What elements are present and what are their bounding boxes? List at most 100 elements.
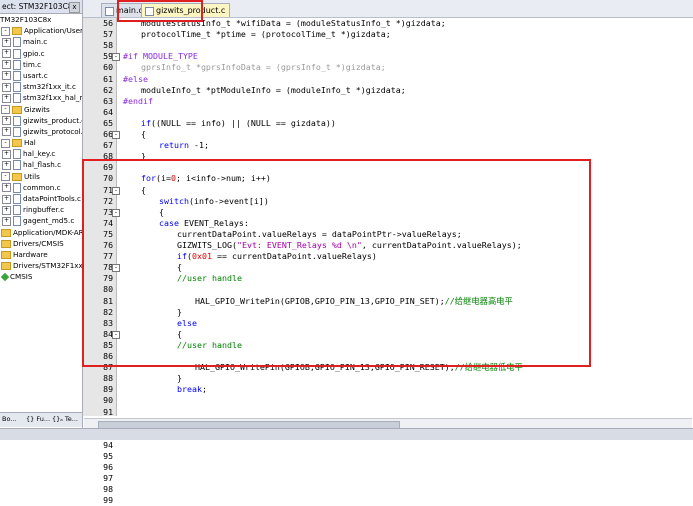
fold-toggle-icon[interactable]: - xyxy=(112,208,120,217)
code-line: } xyxy=(177,307,182,318)
status-bar xyxy=(0,428,693,440)
line-number: 89 xyxy=(103,384,113,395)
code-line: { xyxy=(177,262,182,273)
code-line: gprsInfo_t *gprsInfoData = (gprsInfo_t *… xyxy=(141,62,386,73)
expand-icon[interactable]: + xyxy=(2,205,11,215)
fold-toggle-icon[interactable]: - xyxy=(112,264,120,273)
expand-icon[interactable]: + xyxy=(2,71,11,81)
tree-item[interactable]: + stm32f1xx_it.c xyxy=(0,81,82,93)
tree-item[interactable]: - Hal xyxy=(0,137,82,148)
code-line: return -1; xyxy=(159,140,209,151)
expand-icon[interactable]: + xyxy=(2,49,11,59)
expand-icon[interactable]: + xyxy=(2,183,11,193)
code-text: for(i=0; i<info->num; i++) xyxy=(141,173,271,184)
tree-item[interactable]: - Utils xyxy=(0,171,82,182)
fold-toggle-icon[interactable]: - xyxy=(112,131,120,139)
tree-item[interactable]: + tim.c xyxy=(0,59,82,70)
line-number: 86 xyxy=(103,351,113,361)
tab-label: main.c xyxy=(116,6,143,15)
tree-item[interactable]: Drivers/STM32F1xx_HAI xyxy=(0,260,82,271)
file-icon xyxy=(13,216,21,227)
code-text: } xyxy=(177,306,182,317)
file-icon xyxy=(13,194,21,204)
tree-item[interactable]: Application/MDK-ARM xyxy=(0,227,82,238)
tree-item[interactable]: - Gizwits xyxy=(0,104,82,115)
project-pane-tabs: Bo... {} Fu... {}ₐ Te... xyxy=(0,412,82,427)
fold-toggle-icon[interactable]: - xyxy=(112,186,120,195)
tree-item[interactable]: + gagent_md5.c xyxy=(0,215,82,227)
expand-icon[interactable]: + xyxy=(2,160,11,170)
tree-item[interactable]: + hal_flash.c xyxy=(0,159,82,171)
collapse-icon[interactable]: - xyxy=(1,105,10,114)
tree-item-label: stm32f1xx_it.c xyxy=(23,82,76,92)
expand-icon[interactable]: + xyxy=(2,60,11,70)
code-line: if(0x01 == currentDataPoint.valueRelays) xyxy=(177,251,377,262)
tree-item[interactable]: + stm32f1xx_hal_msp xyxy=(0,92,82,104)
collapse-icon[interactable]: - xyxy=(1,26,10,36)
tree-item[interactable]: + ringbuffer.c xyxy=(0,204,82,216)
code-line: //user handle xyxy=(177,273,242,284)
file-icon xyxy=(13,93,21,104)
tree-item-label: hal_flash.c xyxy=(23,160,62,170)
line-number: 82 xyxy=(103,306,113,317)
expand-icon[interactable]: + xyxy=(2,37,11,47)
tree-item[interactable]: + gpio.c xyxy=(0,48,82,59)
tab-books[interactable]: Bo... xyxy=(2,415,17,423)
expand-icon[interactable]: + xyxy=(2,82,11,92)
line-number: 87 xyxy=(103,362,113,373)
line-number: 70 xyxy=(103,173,113,184)
code-line: //user handle xyxy=(177,340,242,351)
code-text: GIZWITS_LOG("Evt: EVENT_Relays %d \n", c… xyxy=(177,240,522,250)
code-line: if((NULL == info) || (NULL == gizdata)) xyxy=(141,118,336,129)
line-number: 56 xyxy=(103,18,113,28)
tree-item[interactable]: + gizwits_product.c xyxy=(0,115,82,126)
close-icon[interactable]: x xyxy=(69,2,80,13)
tree-item[interactable]: + hal_key.c xyxy=(0,148,82,160)
code-text: return -1; xyxy=(159,140,209,151)
tree-item[interactable]: + gizwits_protocol.c xyxy=(0,126,82,137)
tree-item-label: Hal xyxy=(24,138,36,148)
tree-item-label: dataPointTools.c xyxy=(23,194,81,203)
tree-item-label: Gizwits xyxy=(24,104,50,114)
code-line: switch(info->event[i]) xyxy=(159,196,269,207)
code-text: //user handle xyxy=(177,273,242,284)
file-icon xyxy=(13,37,21,48)
tree-item-label: gizwits_protocol.c xyxy=(23,126,83,136)
tree-item[interactable]: Drivers/CMSIS xyxy=(0,238,82,249)
collapse-icon[interactable]: - xyxy=(1,172,10,182)
fold-toggle-icon[interactable]: - xyxy=(112,330,120,339)
expand-icon[interactable]: + xyxy=(2,194,11,204)
line-number: 68 xyxy=(103,151,113,162)
fold-toggle-icon[interactable]: - xyxy=(112,53,120,62)
tree-item-label: hal_key.c xyxy=(23,149,56,159)
folder-icon xyxy=(1,228,11,237)
tree-item[interactable]: TM32F103C8x xyxy=(0,14,82,25)
tab-gizwits-product-c[interactable]: gizwits_product.c xyxy=(141,3,231,17)
tree-item-label: gpio.c xyxy=(23,48,45,58)
code-area[interactable]: moduleStatusInfo_t *wifiData = (moduleSt… xyxy=(123,18,693,416)
expand-icon[interactable]: + xyxy=(2,149,11,159)
tab-templates[interactable]: {}ₐ Te... xyxy=(52,415,78,423)
tab-functions[interactable]: {} Fu... xyxy=(26,415,50,423)
tree-item[interactable]: + dataPointTools.c xyxy=(0,193,82,204)
code-text: currentDataPoint.valueRelays = dataPoint… xyxy=(177,228,462,239)
line-number: 63 xyxy=(103,95,113,106)
expand-icon[interactable]: + xyxy=(2,127,11,137)
line-number: 80 xyxy=(103,284,113,295)
tree-item[interactable]: + main.c xyxy=(0,36,82,48)
code-text: else xyxy=(177,317,197,328)
file-icon xyxy=(13,48,21,59)
expand-icon[interactable]: + xyxy=(2,216,11,226)
tree-item[interactable]: + common.c xyxy=(0,182,82,193)
expand-icon[interactable]: + xyxy=(2,93,11,103)
tree-item[interactable]: + usart.c xyxy=(0,70,82,81)
tree-item[interactable]: CMSIS xyxy=(0,271,82,282)
tree-item-label: Drivers/STM32F1xx_HAI xyxy=(13,261,83,271)
code-text: moduleStatusInfo_t *wifiData = (moduleSt… xyxy=(141,18,446,28)
tree-item[interactable]: - Application/User xyxy=(0,25,82,36)
collapse-icon[interactable]: - xyxy=(1,138,10,148)
expand-icon[interactable]: + xyxy=(2,116,11,126)
tree-item-label: Application/User xyxy=(24,26,83,36)
line-number: 59 xyxy=(103,51,113,62)
tree-item[interactable]: Hardware xyxy=(0,249,82,260)
